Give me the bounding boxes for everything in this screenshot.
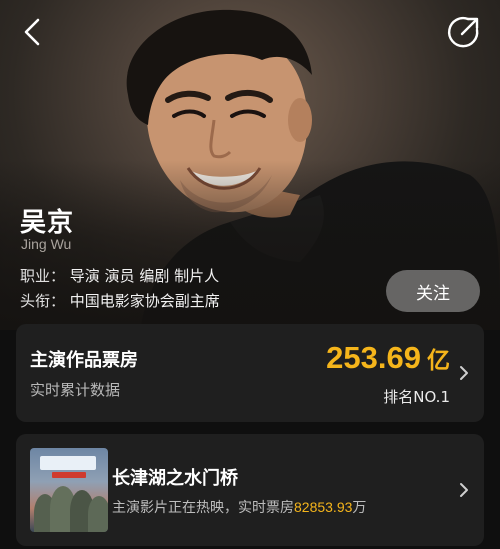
follow-button[interactable]: 关注 — [386, 270, 480, 312]
back-button[interactable] — [14, 14, 50, 50]
box-office-subtitle: 实时累计数据 — [30, 381, 121, 399]
poster-subtitle-mark — [52, 472, 86, 478]
movie-title: 长津湖之水门桥 — [112, 468, 238, 489]
movie-subtitle: 主演影片正在热映，实时票房82853.93万 — [112, 497, 366, 517]
chevron-right-icon — [460, 366, 468, 380]
movie-card[interactable]: 长津湖之水门桥 主演影片正在热映，实时票房82853.93万 — [16, 434, 484, 546]
share-button[interactable] — [446, 14, 482, 50]
box-office-title: 主演作品票房 — [30, 350, 138, 371]
movie-box-unit: 万 — [352, 500, 367, 516]
profession-label: 职业： — [20, 267, 66, 285]
movie-poster — [30, 448, 108, 532]
actor-name-en: Jing Wu — [21, 236, 72, 252]
back-arrow-icon — [24, 18, 40, 46]
box-office-card[interactable]: 主演作品票房 实时累计数据 253.69 亿 排名NO.1 — [16, 324, 484, 422]
chevron-right-icon — [460, 483, 468, 497]
movie-subtitle-text: 主演影片正在热映，实时票房 — [112, 500, 294, 516]
box-office-rank: 排名NO.1 — [383, 388, 450, 406]
box-office-total: 253.69 亿 — [326, 340, 450, 376]
title-value: 中国电影家协会副主席 — [69, 292, 220, 310]
actor-name: 吴京 — [20, 208, 75, 238]
title-row: 头衔： 中国电影家协会副主席 — [20, 290, 220, 311]
profession-value: 导演 演员 编剧 制片人 — [69, 267, 220, 285]
box-office-unit: 亿 — [427, 348, 450, 374]
poster-title-mark — [40, 456, 96, 470]
poster-figure — [88, 496, 108, 532]
share-icon — [447, 16, 479, 48]
movie-box-value: 82853.93 — [294, 499, 353, 515]
box-office-value: 253.69 — [326, 340, 421, 375]
profession-row: 职业： 导演 演员 编剧 制片人 — [20, 265, 219, 286]
title-label: 头衔： — [20, 292, 66, 310]
